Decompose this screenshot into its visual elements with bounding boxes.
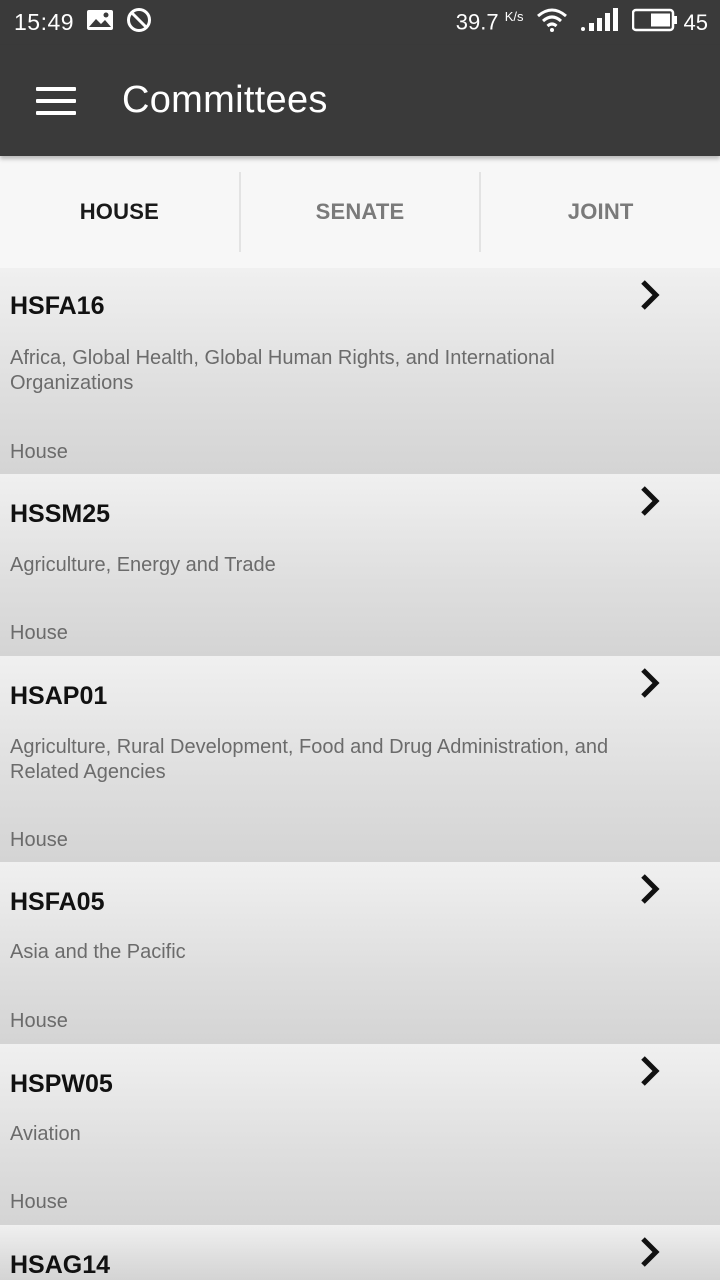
committee-chamber: House	[10, 441, 68, 463]
committee-code: HSAP01	[10, 682, 108, 710]
committee-chamber: House	[10, 1191, 68, 1213]
network-speed-unit: K/s	[504, 9, 524, 25]
committee-chamber: House	[10, 1010, 68, 1032]
tab-house[interactable]: HOUSE	[0, 172, 239, 252]
page-title: Committees	[122, 79, 328, 121]
committee-name: Asia and the Pacific	[10, 941, 186, 963]
committee-chamber: House	[10, 622, 68, 644]
network-speed: 39.7 K/s	[456, 9, 524, 35]
committee-name: Agriculture, Energy and Trade	[10, 554, 276, 576]
app-bar: Committees	[0, 45, 720, 156]
chevron-right-icon	[641, 668, 660, 698]
list-item[interactable]: HSFA05 Asia and the Pacific House	[0, 862, 720, 1044]
list-item[interactable]: HSAP01 Agriculture, Rural Development, F…	[0, 656, 720, 862]
committee-list: HSFA16 Africa, Global Health, Global Hum…	[0, 268, 720, 1280]
chevron-right-icon	[641, 1056, 660, 1086]
committee-name: Africa, Global Health, Global Human Righ…	[10, 347, 555, 394]
status-bar-right: 39.7 K/s 45	[456, 7, 708, 39]
list-item[interactable]: HSAG14	[0, 1225, 720, 1280]
committee-name: Aviation	[10, 1123, 81, 1145]
chevron-right-icon	[641, 1237, 660, 1267]
chamber-tabs: HOUSE SENATE JOINT	[0, 156, 720, 268]
committee-code: HSAG14	[10, 1251, 111, 1279]
list-item[interactable]: HSPW05 Aviation House	[0, 1044, 720, 1225]
tab-senate[interactable]: SENATE	[238, 172, 480, 252]
chevron-right-icon	[641, 486, 660, 516]
status-bar: 15:49 39.7 K/s 45	[0, 0, 720, 45]
network-speed-value: 39.7	[455, 9, 499, 35]
battery-level: 45	[683, 9, 708, 35]
tab-joint[interactable]: JOINT	[479, 172, 720, 252]
battery-icon	[631, 8, 678, 38]
signal-strength-icon	[580, 7, 620, 38]
status-bar-left: 15:49	[14, 7, 152, 39]
committee-name: Agriculture, Rural Development, Food and…	[10, 736, 609, 783]
hamburger-menu-icon[interactable]	[36, 86, 76, 115]
list-item[interactable]: HSSM25 Agriculture, Energy and Trade Hou…	[0, 474, 720, 656]
image-notification-icon	[86, 9, 114, 37]
do-not-disturb-icon	[126, 7, 152, 39]
wifi-icon	[536, 7, 568, 39]
committee-code: HSFA05	[10, 888, 105, 916]
chevron-right-icon	[641, 280, 660, 310]
chevron-right-icon	[641, 874, 660, 904]
status-time: 15:49	[14, 9, 75, 35]
committee-code: HSSM25	[10, 500, 111, 528]
list-item[interactable]: HSFA16 Africa, Global Health, Global Hum…	[0, 268, 720, 474]
committee-code: HSFA16	[10, 292, 105, 320]
committee-code: HSPW05	[10, 1070, 113, 1098]
committee-chamber: House	[10, 829, 68, 851]
